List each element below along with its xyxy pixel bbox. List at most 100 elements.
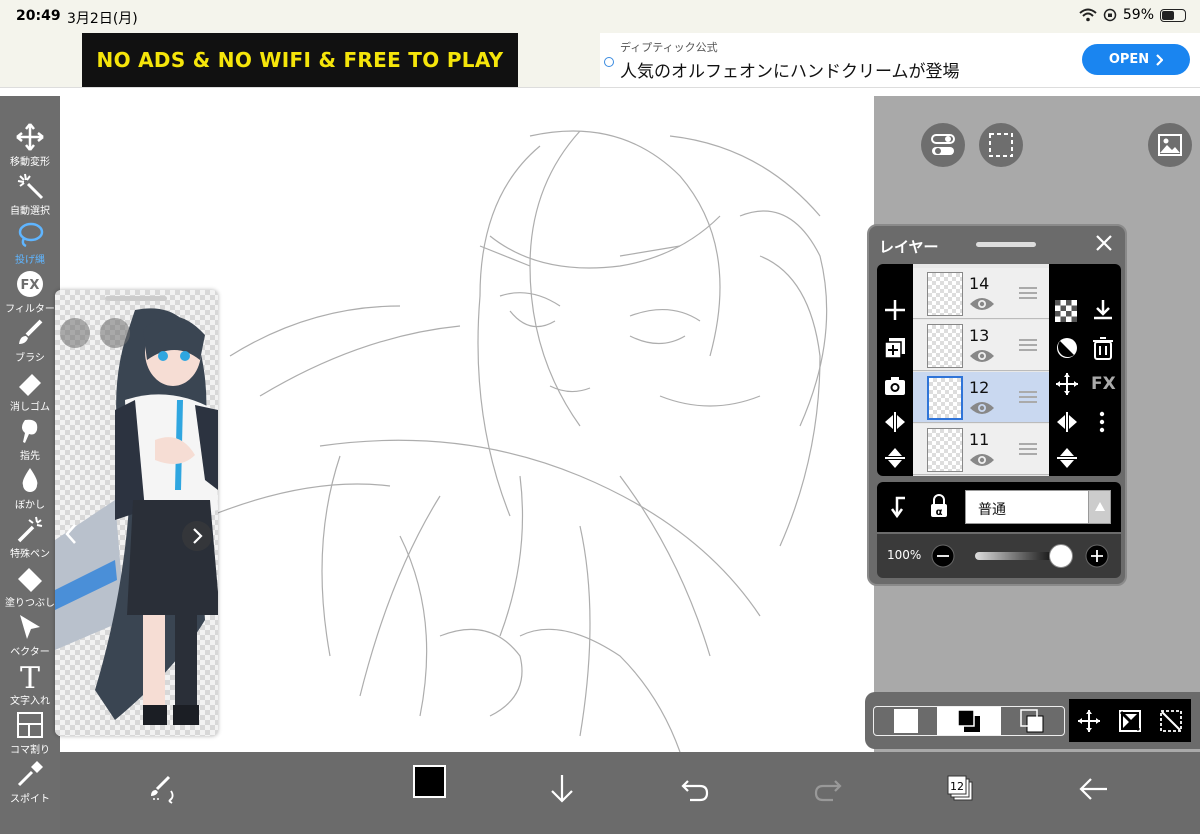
layer-row[interactable]: 13: [913, 320, 1049, 371]
flip-horizontal-icon[interactable]: [883, 410, 907, 434]
undo-icon: [681, 780, 709, 802]
move-arrows-icon[interactable]: [1077, 709, 1101, 733]
reference-image-panel[interactable]: [55, 290, 218, 736]
tool-label: ブラシ: [15, 353, 45, 364]
chevron-left-icon[interactable]: [63, 522, 79, 546]
drag-handle-icon[interactable]: [1019, 390, 1037, 404]
redo-button[interactable]: [803, 764, 853, 814]
alpha-lock-icon[interactable]: α: [929, 494, 949, 518]
status-right: 59%: [1079, 7, 1186, 23]
battery-percent: 59%: [1122, 7, 1154, 23]
drag-handle-icon[interactable]: [1019, 286, 1037, 300]
tool-special-pen[interactable]: 特殊ペン: [0, 512, 60, 560]
reference-next-button[interactable]: [182, 521, 212, 551]
status-time: 20:49: [16, 8, 61, 24]
status-date: 3月2日(月): [67, 11, 138, 27]
add-layer-icon[interactable]: [883, 298, 907, 322]
image-icon: [1158, 134, 1182, 156]
tool-brush[interactable]: ブラシ: [0, 316, 60, 364]
tool-label: 特殊ペン: [10, 549, 50, 560]
duplicate-layer-icon[interactable]: [883, 336, 907, 360]
eye-icon[interactable]: [969, 348, 995, 364]
eye-icon[interactable]: [969, 400, 995, 416]
move-layer-icon[interactable]: [1055, 372, 1079, 396]
layers-button[interactable]: 12: [936, 764, 986, 814]
clipping-icon[interactable]: [1055, 336, 1079, 360]
svg-text:FX: FX: [21, 278, 40, 293]
opacity-slider-knob[interactable]: [1049, 544, 1073, 568]
tool-move-transform[interactable]: 移動変形: [0, 120, 60, 168]
selection-button[interactable]: [979, 123, 1023, 167]
reference-view-button[interactable]: [60, 318, 90, 348]
reference-grip[interactable]: [105, 296, 167, 301]
tool-vector[interactable]: ベクター: [0, 610, 60, 658]
layer-list[interactable]: 14 13 12 11: [913, 264, 1049, 476]
tool-blur[interactable]: ぼかし: [0, 463, 60, 511]
layer-panel: レイヤー 14 13 12 11 FX α 普通 100%: [867, 224, 1127, 586]
tool-auto-select[interactable]: 自動選択: [0, 169, 60, 217]
tool-lasso[interactable]: 投げ縄: [0, 218, 60, 266]
deselect-icon[interactable]: [1159, 709, 1183, 733]
close-icon[interactable]: [1095, 234, 1113, 252]
layer-panel-grip[interactable]: [976, 242, 1036, 247]
undo-button[interactable]: [670, 764, 720, 814]
layer-row-selected[interactable]: 12: [913, 372, 1049, 423]
tool-text[interactable]: T 文字入れ: [0, 659, 60, 707]
transparent-swatch[interactable]: [1001, 707, 1064, 735]
plus-icon[interactable]: [1085, 544, 1109, 568]
image-button[interactable]: [1148, 123, 1192, 167]
tool-frame-divide[interactable]: コマ割り: [0, 708, 60, 756]
eye-icon[interactable]: [969, 452, 995, 468]
back-button[interactable]: [1069, 764, 1119, 814]
camera-icon[interactable]: [883, 374, 907, 398]
reference-menu-button[interactable]: [100, 318, 130, 348]
flip-vertical-icon[interactable]: [1055, 446, 1079, 470]
quick-tool-switch-button[interactable]: [138, 764, 188, 814]
invert-selection-icon[interactable]: [1118, 709, 1142, 733]
blend-mode-select[interactable]: 普通: [965, 490, 1111, 524]
tool-bar: 移動変形 自動選択 投げ縄 FX フィルター ブラシ 消しゴム 指先 ぼかし 特…: [0, 96, 60, 834]
merge-down-icon[interactable]: [1091, 298, 1115, 322]
battery-icon: [1160, 8, 1186, 22]
trash-icon[interactable]: [1092, 336, 1114, 360]
black-swatch[interactable]: [937, 707, 1001, 735]
layer-row[interactable]: 14: [913, 268, 1049, 319]
selection-tools: [1069, 699, 1191, 742]
layer-down-button[interactable]: [537, 764, 587, 814]
arrow-down-icon: [551, 775, 573, 803]
layer-row[interactable]: 11: [913, 424, 1049, 475]
eye-icon[interactable]: [969, 296, 995, 312]
tool-label: 自動選択: [10, 206, 50, 217]
drag-handle-icon[interactable]: [1019, 338, 1037, 352]
toggle-settings-button[interactable]: [921, 123, 965, 167]
layer-thumbnail: [927, 324, 963, 368]
more-vertical-icon[interactable]: [1097, 410, 1107, 434]
drag-handle-icon[interactable]: [1019, 442, 1037, 456]
tool-label: 投げ縄: [15, 255, 45, 266]
transparency-checker-icon[interactable]: [1055, 300, 1077, 322]
fx-icon[interactable]: FX: [1091, 374, 1116, 394]
tool-label: コマ割り: [10, 745, 50, 756]
ad-open-button[interactable]: OPEN: [1082, 44, 1190, 75]
minus-icon[interactable]: [931, 544, 955, 568]
tool-smudge[interactable]: 指先: [0, 414, 60, 462]
white-swatch[interactable]: [874, 707, 937, 735]
ad-native[interactable]: ディプティック公式 人気のオルフェオンにハンドクリームが登場 OPEN: [600, 33, 1200, 87]
current-color-swatch[interactable]: [413, 765, 446, 798]
clip-arrow-icon[interactable]: [889, 496, 909, 518]
tool-eyedropper[interactable]: スポイト: [0, 757, 60, 805]
ad-info-icon[interactable]: [604, 57, 614, 67]
tool-eraser[interactable]: 消しゴム: [0, 365, 60, 413]
tool-fill[interactable]: 塗りつぶし: [0, 561, 60, 609]
status-bar: 20:49 3月2日(月) 59%: [0, 0, 1200, 33]
ad-sponsor: ディプティック公式: [620, 41, 718, 54]
tool-filter[interactable]: FX フィルター: [0, 267, 60, 315]
flip-horizontal-icon[interactable]: [1055, 410, 1079, 434]
blend-mode-dropdown[interactable]: [1088, 491, 1110, 523]
ad-banner: NO ADS & NO WIFI & FREE TO PLAY ディプティック公…: [0, 33, 1200, 88]
tool-label: 消しゴム: [10, 402, 50, 413]
flip-vertical-icon[interactable]: [883, 446, 907, 470]
tool-label: 移動変形: [10, 157, 50, 168]
triangle-up-icon: [1095, 502, 1105, 511]
ad-promo-banner[interactable]: NO ADS & NO WIFI & FREE TO PLAY: [82, 33, 518, 87]
